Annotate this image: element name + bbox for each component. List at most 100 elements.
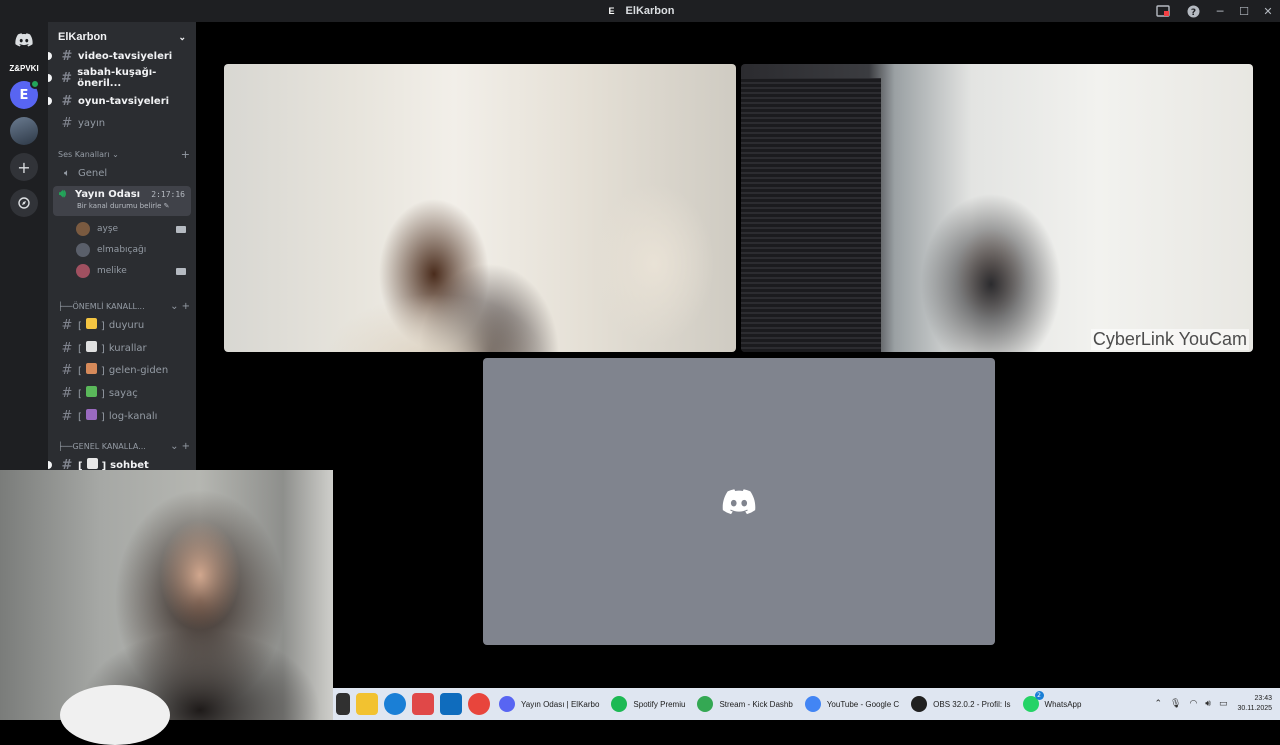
- svg-text:?: ?: [1190, 8, 1195, 18]
- chrome-icon[interactable]: [468, 693, 490, 715]
- chrome-icon: [697, 696, 714, 712]
- category-label: ├──ÖNEMLİ KANALL...: [58, 301, 145, 311]
- taskbar-app-obs[interactable]: OBS 32.0.2 - Profil: Is: [907, 690, 1014, 718]
- close-button[interactable]: ✕: [1256, 0, 1280, 22]
- server-icon-photo[interactable]: [10, 117, 38, 145]
- unread-pip: [48, 74, 52, 82]
- microphone-icon[interactable]: 🎙︎: [1170, 699, 1181, 709]
- file-explorer-icon[interactable]: [356, 693, 378, 715]
- whatsapp-badge: 2: [1034, 691, 1044, 700]
- server-folder-label[interactable]: Z&PVKI: [9, 64, 38, 73]
- chrome-icon: [804, 696, 821, 712]
- wifi-icon[interactable]: ◠: [1189, 699, 1197, 709]
- channel-kurallar[interactable]: # [] kurallar: [48, 338, 196, 358]
- hash-icon: #: [61, 70, 73, 86]
- chevron-up-icon[interactable]: ⌃: [1154, 699, 1162, 709]
- explore-icon[interactable]: [10, 189, 38, 217]
- category-voice[interactable]: Ses Kanalları ⌄ +: [58, 147, 190, 161]
- video-tile-ayse[interactable]: [224, 64, 736, 352]
- video-tile-melike[interactable]: CyberLink YouCam: [741, 64, 1253, 352]
- help-icon[interactable]: ?: [1178, 0, 1208, 22]
- edge-icon[interactable]: [384, 693, 406, 715]
- battery-icon[interactable]: ▭: [1219, 699, 1228, 709]
- add-channel-icon[interactable]: +: [181, 148, 190, 161]
- channel-sohbet[interactable]: # [] sohbet: [48, 455, 196, 470]
- channel-gelen-giden[interactable]: # [] gelen-giden: [48, 360, 196, 380]
- unread-pip: [48, 52, 52, 60]
- category-general[interactable]: ├──GENEL KANALLA... ⌄ +: [58, 439, 190, 453]
- camera-icon: [176, 267, 186, 275]
- channel-sayac[interactable]: # [] sayaç: [48, 383, 196, 403]
- channel-label: Genel: [78, 167, 108, 179]
- category-controls[interactable]: ⌄ +: [170, 441, 190, 452]
- channel-label: gelen-giden: [108, 364, 169, 376]
- hash-icon: #: [61, 457, 73, 471]
- channel-duyuru[interactable]: # [] duyuru: [48, 315, 196, 335]
- category-label: Ses Kanalları ⌄: [58, 149, 119, 159]
- channel-label: duyuru: [108, 319, 145, 331]
- taskview-icon[interactable]: [336, 693, 350, 715]
- channel-sabah-kusagi[interactable]: # sabah-kuşağı-öneril...: [48, 67, 196, 89]
- channel-label: log-kanalı: [108, 410, 158, 422]
- webcam-foreground-object: [60, 685, 170, 745]
- add-server-icon[interactable]: +: [10, 153, 38, 181]
- server-initial: E: [19, 87, 29, 103]
- clock[interactable]: 23:43 30.11.2025: [1237, 694, 1272, 714]
- clock-time: 23:43: [1254, 695, 1272, 702]
- chevron-down-icon: ⌄: [178, 31, 186, 42]
- taskbar-app-whatsapp[interactable]: 2 WhatsApp: [1019, 690, 1086, 718]
- webcam-watermark: CyberLink YouCam: [1090, 329, 1249, 350]
- system-tray: ⌃ 🎙︎ ◠ 🔊︎ ▭ 23:43 30.11.2025: [1150, 694, 1280, 714]
- channel-status[interactable]: Bir kanal durumu belirle ✎: [53, 202, 191, 214]
- category-important[interactable]: ├──ÖNEMLİ KANALL... ⌄ +: [58, 299, 190, 313]
- avatar: [76, 222, 90, 236]
- app-icon[interactable]: [412, 693, 434, 715]
- video-tile-elmabicagi[interactable]: [483, 358, 995, 645]
- voice-channel-yayin-odasi[interactable]: 🔊︎ Yayın Odası 2:17:16 Bir kanal durumu …: [53, 186, 191, 216]
- inbox-icon[interactable]: [1148, 0, 1178, 22]
- taskbar-app-discord[interactable]: Yayın Odası | ElKarbo: [495, 690, 603, 718]
- hash-icon: #: [61, 362, 73, 378]
- bracket-emoji: []: [78, 318, 105, 332]
- category-controls[interactable]: ⌄ +: [170, 301, 190, 312]
- member-name: ayşe: [97, 224, 119, 234]
- voice-member[interactable]: melike: [76, 262, 186, 280]
- hash-icon: #: [61, 317, 73, 333]
- hash-icon: #: [61, 48, 73, 64]
- minimize-button[interactable]: ─: [1208, 0, 1232, 22]
- channel-yayin[interactable]: # yayın: [48, 113, 196, 133]
- channel-label: oyun-tavsiyeleri: [78, 95, 170, 107]
- maximize-button[interactable]: ☐: [1232, 0, 1256, 22]
- discord-home-icon[interactable]: [10, 26, 38, 54]
- channel-oyun-tavsiyeleri[interactable]: # oyun-tavsiyeleri: [48, 91, 196, 111]
- category-label: ├──GENEL KANALLA...: [58, 441, 146, 451]
- voice-channel-genel[interactable]: 🔈︎ Genel: [48, 163, 196, 183]
- taskbar-app-chrome-youtube[interactable]: YouTube - Google C: [801, 690, 903, 718]
- taskbar-app-spotify[interactable]: Spotify Premiu: [607, 690, 689, 718]
- hash-icon: #: [61, 340, 73, 356]
- whatsapp-icon: 2: [1022, 691, 1044, 712]
- hash-icon: #: [61, 385, 73, 401]
- taskbar-app-chrome-kick[interactable]: Stream - Kick Dashb: [693, 690, 796, 718]
- server-icon-elkarbon[interactable]: E: [10, 79, 40, 109]
- volume-icon[interactable]: 🔊︎: [1205, 699, 1211, 709]
- speaker-active-icon: 🔊︎: [59, 187, 66, 200]
- channel-log-kanali[interactable]: # [] log-kanalı: [48, 406, 196, 426]
- channel-label: Yayın Odası: [75, 188, 141, 200]
- bracket-emoji: []: [78, 363, 105, 377]
- hash-icon: #: [61, 408, 73, 424]
- channel-label: sohbet: [110, 459, 149, 471]
- avatar: [76, 243, 90, 257]
- channel-video-tavsiyeleri[interactable]: # video-tavsiyeleri: [48, 46, 196, 66]
- window-title-text: ElKarbon: [625, 5, 675, 17]
- member-name: elmabıçağı: [97, 245, 147, 255]
- outlook-icon[interactable]: [440, 693, 462, 715]
- window-shutter: [741, 78, 881, 352]
- discord-logo-icon: [722, 488, 756, 514]
- speaker-icon: 🔈︎: [64, 167, 70, 179]
- channel-label: sabah-kuşağı-öneril...: [77, 67, 157, 89]
- channel-label: video-tavsiyeleri: [78, 50, 173, 62]
- voice-member[interactable]: ayşe: [76, 220, 186, 238]
- title-bar: E ElKarbon ? ─ ☐ ✕: [0, 0, 1280, 22]
- voice-member[interactable]: elmabıçağı: [76, 241, 186, 259]
